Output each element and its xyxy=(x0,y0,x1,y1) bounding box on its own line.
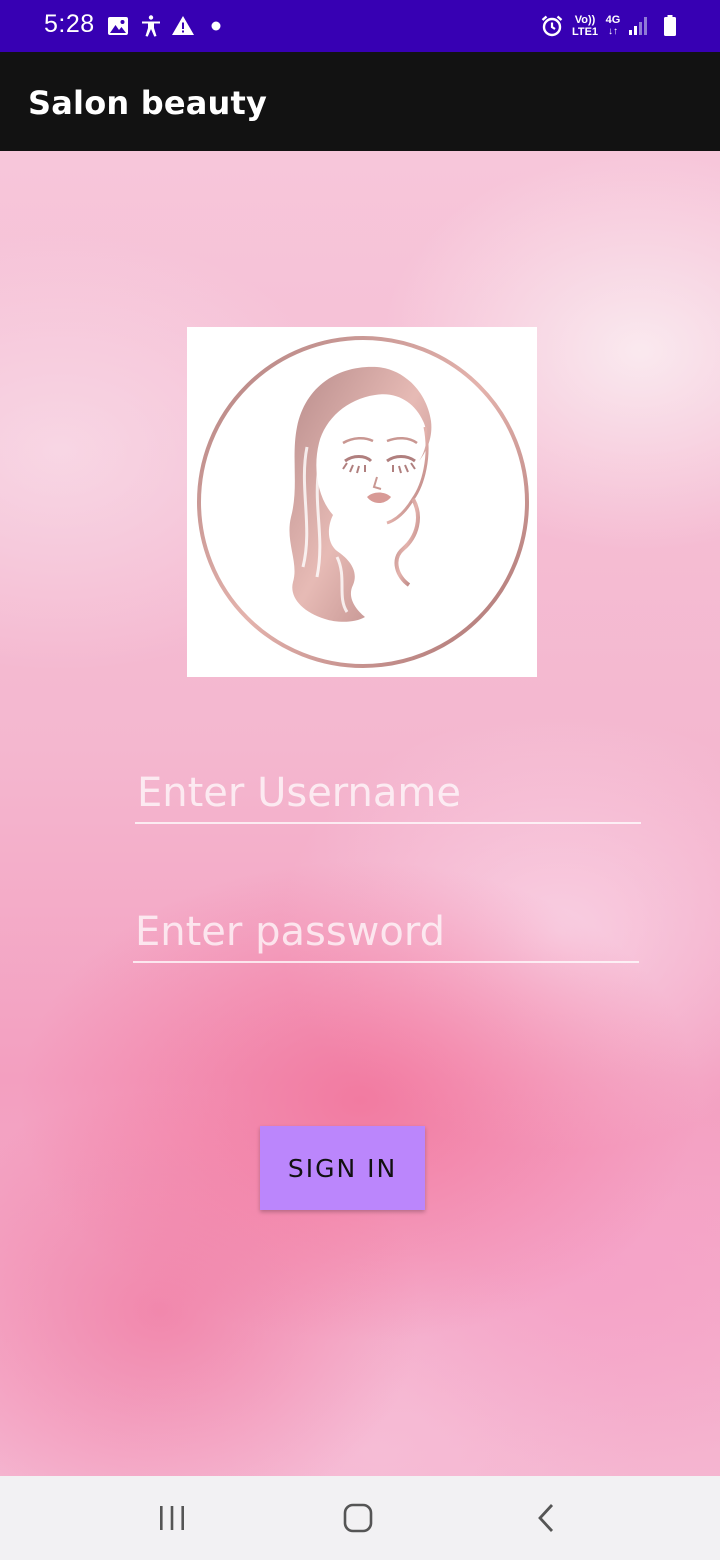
battery-icon xyxy=(664,15,676,36)
password-input[interactable] xyxy=(133,903,639,963)
signal-icon xyxy=(629,17,647,35)
dot-icon xyxy=(211,21,221,31)
username-input[interactable] xyxy=(135,764,641,824)
home-icon[interactable] xyxy=(342,1502,374,1534)
accessibility-icon xyxy=(142,15,160,37)
app-title: Salon beauty xyxy=(28,84,268,122)
login-screen: SIGN IN xyxy=(0,151,720,1476)
network-type-label: 4G xyxy=(605,14,621,26)
salon-logo xyxy=(187,327,537,677)
data-type-indicator: 4G ↓↑ xyxy=(603,14,623,38)
data-arrows-icon: ↓↑ xyxy=(608,26,618,37)
sign-in-button[interactable]: SIGN IN xyxy=(260,1126,425,1210)
woman-face-logo-icon xyxy=(197,336,529,668)
back-icon[interactable] xyxy=(530,1502,562,1534)
status-time: 5:28 xyxy=(44,10,95,38)
warning-icon xyxy=(172,16,194,35)
alarm-icon xyxy=(541,15,563,37)
recent-apps-icon[interactable] xyxy=(156,1502,188,1534)
network-indicator: Vo)) LTE1 xyxy=(570,14,600,38)
navigation-bar xyxy=(0,1476,720,1560)
gallery-icon xyxy=(108,17,128,35)
app-bar: Salon beauty xyxy=(0,52,720,151)
status-bar: 5:28 Vo)) LTE1 4G ↓↑ xyxy=(0,0,720,52)
volte-label: Vo)) xyxy=(574,14,596,26)
lte-label: LTE1 xyxy=(571,26,599,38)
